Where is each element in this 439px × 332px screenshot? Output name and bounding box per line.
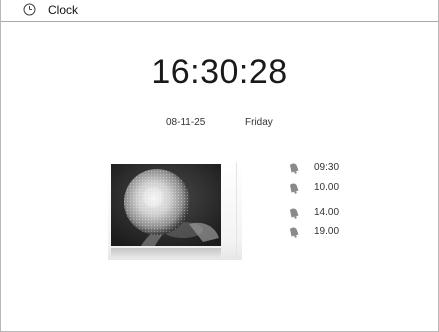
photo-reflection	[111, 248, 221, 258]
window-title: Clock	[48, 3, 79, 17]
bell-icon	[290, 183, 299, 194]
alarm-time: 10.00	[314, 182, 340, 193]
current-weekday: Friday	[245, 117, 273, 128]
flower-photo	[111, 164, 221, 246]
flower-image	[111, 164, 221, 246]
photo-frame[interactable]	[108, 162, 242, 260]
alarm-time: 09:30	[314, 162, 340, 173]
bell-icon	[290, 163, 299, 174]
current-time: 16:30:28	[151, 53, 288, 91]
alarm-item[interactable]: 10.00	[286, 180, 406, 198]
clock-window: Clock 16:30:28 08-11-25 Friday 09:30 10.…	[0, 0, 439, 332]
alarm-time: 19.00	[314, 226, 340, 237]
alarm-item[interactable]: 09:30	[286, 160, 406, 178]
alarm-item[interactable]: 19.00	[286, 224, 406, 242]
alarm-item[interactable]: 14.00	[286, 205, 406, 223]
bell-icon	[290, 208, 299, 219]
current-date: 08-11-25	[166, 117, 206, 128]
photo-edge	[236, 162, 237, 258]
bell-icon	[290, 227, 299, 238]
alarm-time: 14.00	[314, 207, 340, 218]
title-bar: Clock	[1, 0, 438, 22]
clock-icon	[23, 3, 36, 16]
